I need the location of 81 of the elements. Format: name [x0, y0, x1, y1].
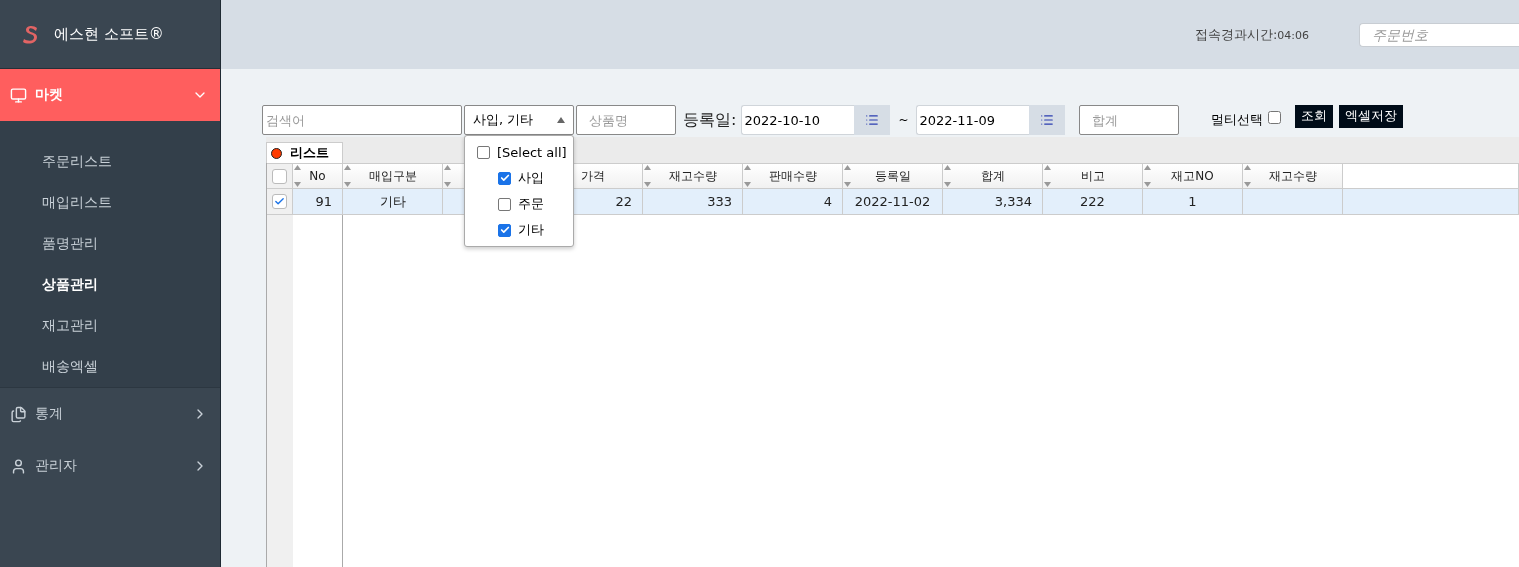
sidebar-subitem[interactable]: 상품관리 — [0, 264, 220, 305]
checkbox[interactable] — [498, 223, 511, 237]
sort-up-icon[interactable] — [644, 165, 651, 170]
order-number-field[interactable]: 주문번호 — [1359, 22, 1519, 47]
sort-up-icon[interactable] — [744, 165, 751, 170]
date-from-field[interactable]: 2022-10-10 — [741, 105, 855, 135]
column-header[interactable]: 등록일 — [843, 163, 943, 189]
monitor-icon — [10, 86, 27, 104]
list-tab[interactable]: 리스트 — [266, 142, 343, 163]
sort-up-icon[interactable] — [944, 165, 951, 170]
dropdown-option[interactable]: [Select all] — [465, 139, 573, 165]
column-header[interactable]: 합계 — [943, 163, 1043, 189]
total-field[interactable]: 합계 — [1079, 105, 1180, 135]
search-button[interactable]: 조회 — [1295, 104, 1334, 128]
sort-down-icon[interactable] — [944, 182, 951, 187]
sort-up-icon[interactable] — [1044, 165, 1051, 170]
list-icon — [865, 113, 880, 127]
user-icon — [10, 457, 27, 475]
header-checkbox[interactable] — [272, 168, 287, 184]
product-name-field[interactable]: 상품명 — [576, 105, 676, 135]
caret-icon — [557, 117, 565, 123]
sidebar-subitem[interactable]: 매입리스트 — [0, 182, 220, 223]
check-icon — [499, 225, 510, 235]
table-cell: 기타 — [343, 189, 443, 215]
sort-up-icon[interactable] — [444, 165, 451, 170]
multi-select-checkbox[interactable] — [1268, 110, 1282, 124]
sort-up-icon[interactable] — [1244, 165, 1251, 170]
sort-up-icon[interactable] — [844, 165, 851, 170]
elapsed-time: 접속경과시간:04:06 — [1194, 25, 1309, 44]
sort-down-icon[interactable] — [744, 182, 751, 187]
table-cell: 91 — [293, 189, 343, 215]
dropdown-option[interactable]: 기타 — [465, 217, 573, 243]
sort-down-icon[interactable] — [1044, 182, 1051, 187]
row-checkbox[interactable] — [272, 194, 287, 209]
sort-down-icon[interactable] — [844, 182, 851, 187]
list-icon-button[interactable] — [854, 105, 891, 135]
checkbox[interactable] — [498, 197, 511, 211]
document-icon — [10, 405, 27, 423]
table-cell: 4 — [743, 189, 843, 215]
table-cell: 3,334 — [943, 189, 1043, 215]
check-icon — [499, 173, 510, 183]
date-to-field[interactable]: 2022-11-09 — [916, 105, 1030, 135]
sort-down-icon[interactable] — [294, 182, 301, 187]
sort-down-icon[interactable] — [1244, 182, 1251, 187]
table-cell: 1 — [1143, 189, 1243, 215]
date-separator: ~ — [898, 113, 909, 127]
sidebar-menu-item[interactable]: 관리자 — [0, 440, 220, 492]
table-cell: 333 — [643, 189, 743, 215]
sidebar-subitem[interactable]: 배송엑셀 — [0, 346, 220, 387]
sort-up-icon[interactable] — [1144, 165, 1151, 170]
sort-down-icon[interactable] — [444, 182, 451, 187]
column-header[interactable]: No — [293, 163, 343, 189]
sort-down-icon[interactable] — [644, 182, 651, 187]
table-cell: 222 — [1043, 189, 1143, 215]
checkbox[interactable] — [498, 171, 511, 185]
check-icon — [274, 196, 285, 207]
table-cell: 2022-11-02 — [843, 189, 943, 215]
column-header[interactable]: 재고수량 — [1243, 163, 1343, 189]
excel-save-button[interactable]: 엑셀저장 — [1339, 104, 1404, 128]
brand-name: 에스현 소프트® — [54, 24, 164, 44]
list-icon — [1040, 113, 1055, 127]
multi-select-label: 멀티선택 — [1211, 111, 1264, 129]
column-header[interactable]: 매입구분 — [343, 163, 443, 189]
column-header[interactable]: 판매수량 — [743, 163, 843, 189]
column-header[interactable]: 재고수량 — [643, 163, 743, 189]
type-select[interactable]: 사입, 기타 — [464, 105, 574, 135]
column-header[interactable]: 비고 — [1043, 163, 1143, 189]
column-header[interactable]: 재고NO — [1143, 163, 1243, 189]
list-icon-button[interactable] — [1029, 105, 1066, 135]
sidebar-subitem[interactable]: 품명관리 — [0, 223, 220, 264]
sort-down-icon[interactable] — [1144, 182, 1151, 187]
date-label: 등록일: — [683, 109, 737, 131]
logo-icon — [22, 24, 40, 44]
sort-up-icon[interactable] — [294, 165, 301, 170]
sort-down-icon[interactable] — [344, 182, 351, 187]
sidebar-subitem[interactable]: 주문리스트 — [0, 141, 220, 182]
sidebar-menu-item[interactable]: 통계 — [0, 388, 220, 440]
checkbox[interactable] — [477, 145, 490, 159]
keyword-field[interactable]: 검색어 — [262, 105, 462, 135]
sort-up-icon[interactable] — [344, 165, 351, 170]
sidebar-subitem[interactable]: 재고관리 — [0, 305, 220, 346]
